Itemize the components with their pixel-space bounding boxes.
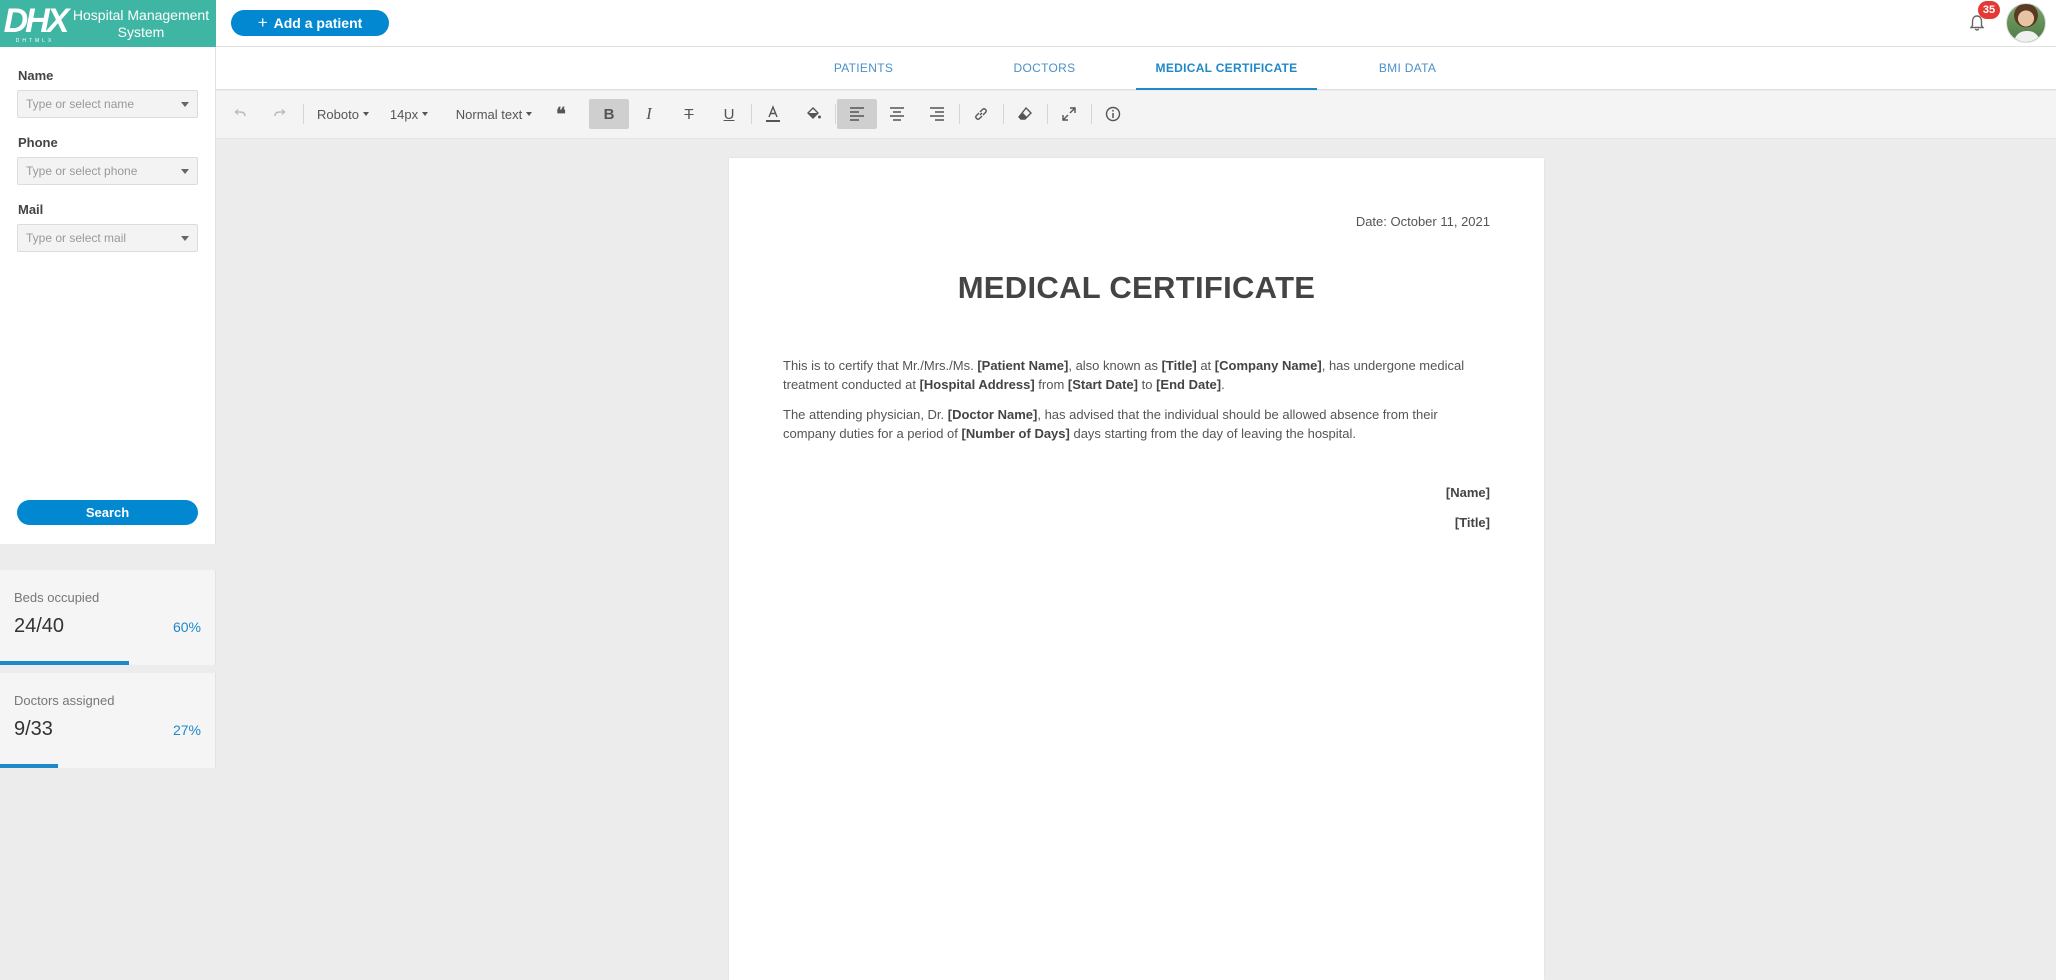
certificate-paragraph-1: This is to certify that Mr./Mrs./Ms. [Pa… [783, 356, 1493, 394]
placeholder-patient-name: [Patient Name] [977, 358, 1069, 373]
app-header: DHX DHTMLX Hospital Management System + … [0, 0, 2056, 47]
brand-area: DHX DHTMLX Hospital Management System [0, 0, 216, 47]
search-button[interactable]: Search [17, 500, 198, 525]
font-family-value: Roboto [317, 106, 359, 122]
signature-title: [Title] [1454, 515, 1490, 530]
stat-value: 24/40 [14, 615, 65, 637]
chevron-down-icon [181, 235, 189, 241]
chevron-down-icon [181, 101, 189, 107]
font-family-select[interactable]: Roboto [315, 99, 371, 129]
mail-combo[interactable]: Type or select mail [17, 224, 198, 252]
link-icon[interactable] [961, 99, 1001, 129]
app-name: Hospital Management System [72, 6, 210, 40]
toolbar-divider [751, 104, 752, 124]
tab-patients[interactable]: PATIENTS [773, 47, 954, 90]
name-placeholder: Type or select name [26, 97, 135, 111]
placeholder-hospital-address: [Hospital Address] [919, 377, 1035, 392]
mail-placeholder: Type or select mail [26, 231, 127, 245]
text-color-icon[interactable] [753, 99, 793, 129]
toolbar-divider [835, 104, 836, 124]
text: . [1221, 377, 1225, 392]
fill-color-icon[interactable] [793, 99, 833, 129]
text: , also known as [1068, 358, 1162, 373]
text: This is to certify that Mr./Mrs./Ms. [783, 358, 978, 373]
placeholder-company-name: [Company Name] [1214, 358, 1322, 373]
name-combo[interactable]: Type or select name [17, 90, 198, 118]
stat-value: 9/33 [14, 718, 53, 740]
add-patient-button[interactable]: + Add a patient [231, 10, 389, 36]
document-page[interactable]: Date: October 11, 2021 MEDICAL CERTIFICA… [729, 158, 1544, 980]
placeholder-start-date: [Start Date] [1067, 377, 1138, 392]
font-size-value: 14px [389, 106, 419, 122]
toolbar-divider [1003, 104, 1004, 124]
chevron-down-icon [181, 168, 189, 174]
stat-percent: 60% [172, 619, 201, 635]
name-label: Name [18, 68, 54, 83]
user-avatar[interactable] [2006, 3, 2046, 43]
tab-doctors[interactable]: DOCTORS [954, 47, 1135, 90]
bold-icon[interactable]: B [589, 99, 629, 129]
editor-toolbar: Roboto 14px Normal text ❝ B I T U [216, 91, 2056, 139]
tab-bar: PATIENTS DOCTORS MEDICAL CERTIFICATE BMI… [216, 47, 2056, 90]
phone-placeholder: Type or select phone [26, 164, 138, 178]
dhx-logo: DHX DHTMLX [3, 1, 70, 44]
chevron-down-icon [422, 112, 429, 116]
chevron-down-icon [526, 112, 533, 116]
stat-percent: 27% [172, 722, 201, 738]
text: at [1196, 358, 1215, 373]
italic-icon[interactable]: I [629, 99, 669, 129]
toolbar-divider [959, 104, 960, 124]
block-style-select[interactable]: Normal text [454, 99, 534, 129]
phone-combo[interactable]: Type or select phone [17, 157, 198, 185]
align-right-icon[interactable] [917, 99, 957, 129]
text: to [1138, 377, 1157, 392]
placeholder-title: [Title] [1161, 358, 1197, 373]
placeholder-number-of-days: [Number of Days] [961, 426, 1070, 441]
progress-bar [0, 764, 59, 768]
eraser-icon[interactable] [1005, 99, 1045, 129]
placeholder-end-date: [End Date] [1156, 377, 1222, 392]
sidebar: Name Type or select name Phone Type or s… [0, 47, 216, 980]
text: days starting from the day of leaving th… [1069, 426, 1357, 441]
tab-bmi-data[interactable]: BMI DATA [1317, 47, 1498, 90]
undo-icon[interactable] [220, 99, 260, 129]
document-date: Date: October 11, 2021 [1355, 214, 1490, 229]
toolbar-divider [1047, 104, 1048, 124]
strikethrough-icon[interactable]: T [669, 99, 709, 129]
text: The attending physician, Dr. [783, 407, 948, 422]
mail-label: Mail [18, 202, 44, 217]
toolbar-divider [1091, 104, 1092, 124]
doctors-assigned-card: Doctors assigned 9/33 27% [0, 673, 216, 768]
underline-icon[interactable]: U [709, 99, 749, 129]
align-left-icon[interactable] [837, 99, 877, 129]
notification-badge: 35 [1978, 1, 2000, 19]
toolbar-divider [303, 104, 304, 124]
filter-panel: Name Type or select name Phone Type or s… [0, 47, 216, 544]
info-icon[interactable] [1093, 99, 1133, 129]
beds-occupied-card: Beds occupied 24/40 60% [0, 570, 216, 665]
certificate-paragraph-2: The attending physician, Dr. [Doctor Nam… [783, 405, 1493, 443]
font-size-select[interactable]: 14px [387, 99, 431, 129]
progress-bar [0, 661, 129, 665]
add-patient-label: Add a patient [273, 15, 363, 31]
redo-icon[interactable] [260, 99, 300, 129]
align-center-icon[interactable] [877, 99, 917, 129]
stat-title: Beds occupied [14, 590, 100, 605]
text: from [1034, 377, 1068, 392]
phone-label: Phone [18, 135, 58, 150]
document-title: MEDICAL CERTIFICATE [957, 270, 1316, 305]
block-style-value: Normal text [455, 106, 523, 122]
placeholder-doctor-name: [Doctor Name] [947, 407, 1038, 422]
chevron-down-icon [362, 112, 369, 116]
fullscreen-icon[interactable] [1049, 99, 1089, 129]
signature-name: [Name] [1445, 485, 1490, 500]
quote-icon[interactable]: ❝ [546, 99, 576, 129]
tab-medical-certificate[interactable]: MEDICAL CERTIFICATE [1136, 47, 1317, 90]
plus-icon: + [257, 13, 268, 32]
stat-title: Doctors assigned [14, 693, 115, 708]
